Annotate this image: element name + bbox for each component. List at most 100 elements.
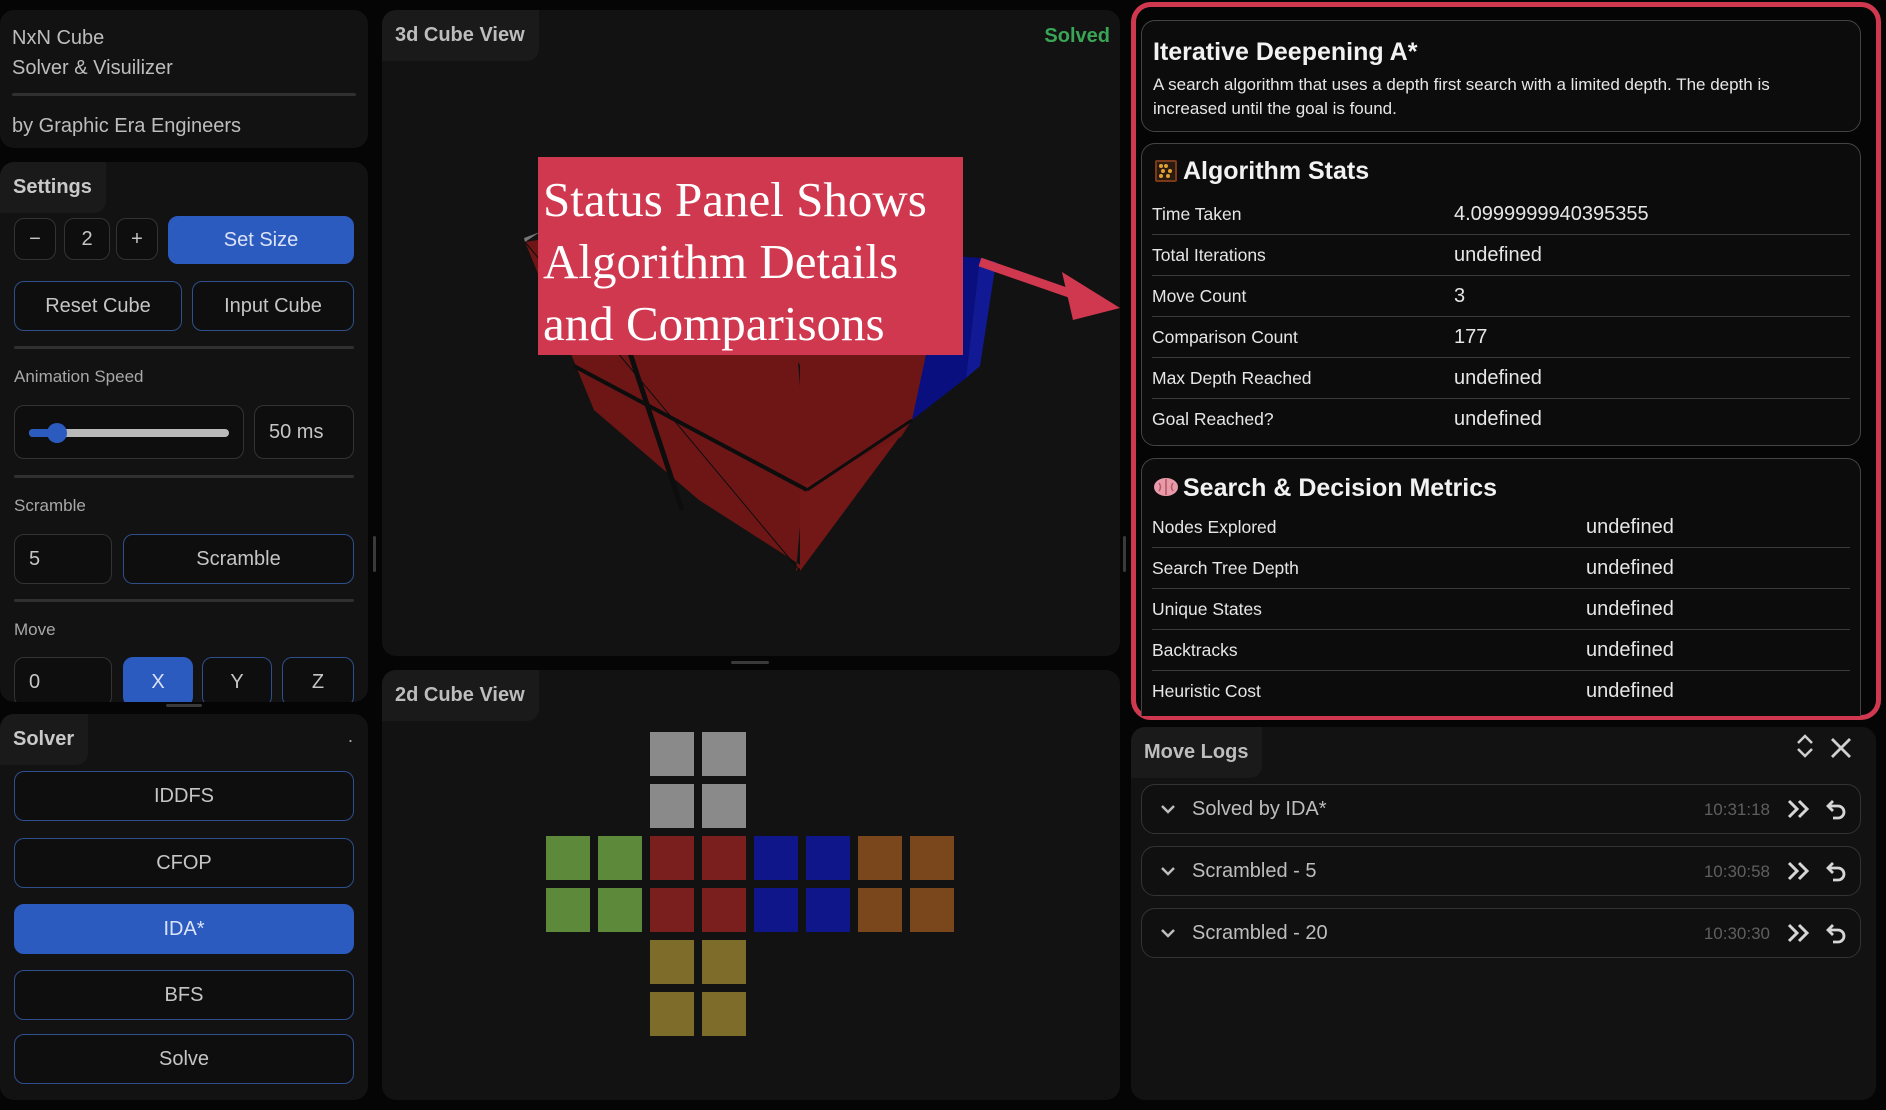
solver-panel: Solver . IDDFS CFOP IDA* BFS Solve [0, 714, 368, 1100]
reset-cube-button[interactable]: Reset Cube [14, 281, 182, 331]
animation-speed-value: 50 ms [254, 405, 354, 459]
metric-value: undefined [1586, 639, 1674, 661]
metric-value: undefined [1586, 557, 1674, 579]
stat-label: Total Iterations [1152, 245, 1266, 265]
set-size-button[interactable]: Set Size [168, 216, 354, 264]
metric-row: Unique States undefined [1152, 589, 1850, 630]
cube-sticker [546, 888, 590, 932]
app-title-line1: NxN Cube [12, 27, 105, 49]
stat-value: 4.0999999940395355 [1454, 203, 1649, 225]
metric-row: Search Tree Depth undefined [1152, 548, 1850, 589]
metric-row: Nodes Explored undefined [1152, 507, 1850, 548]
undo-icon[interactable] [1824, 859, 1848, 888]
stat-row: Comparison Count 177 [1152, 317, 1850, 358]
stat-row: Move Count 3 [1152, 276, 1850, 317]
size-increment-button[interactable]: + [116, 218, 158, 260]
stat-label: Move Count [1152, 286, 1247, 306]
animation-speed-label: Animation Speed [14, 367, 144, 386]
metric-value: undefined [1586, 516, 1674, 538]
annotation-callout: Status Panel Shows Algorithm Details and… [538, 157, 963, 355]
move-logs-heading: Move Logs [1131, 727, 1263, 778]
scramble-count-input[interactable]: 5 [14, 534, 112, 584]
solver-iddfs-button[interactable]: IDDFS [14, 771, 354, 821]
move-log-time: 10:30:30 [1703, 924, 1770, 943]
cube-sticker [546, 836, 590, 880]
move-log-time: 10:31:18 [1703, 800, 1770, 819]
metric-value: undefined [1586, 680, 1674, 702]
replay-forward-icon[interactable] [1786, 798, 1812, 825]
divider [12, 93, 356, 96]
brand-panel: NxN Cube Solver & Visuilizer by Graphic … [0, 10, 368, 148]
chevron-down-icon[interactable] [1158, 923, 1178, 948]
move-value-input[interactable]: 0 [14, 657, 112, 702]
size-decrement-button[interactable]: − [14, 218, 56, 260]
chevron-down-icon[interactable] [1158, 799, 1178, 824]
move-log-title: Solved by IDA* [1192, 798, 1327, 820]
credit-text: by Graphic Era Engineers [12, 115, 242, 137]
cube-sticker [598, 836, 642, 880]
cube-net [382, 670, 1120, 1100]
stat-value: undefined [1454, 367, 1542, 389]
cube-sticker [650, 836, 694, 880]
cube-sticker [754, 836, 798, 880]
settings-panel: Settings − 2 + Set Size Reset Cube Input… [0, 162, 368, 702]
animation-speed-track[interactable] [29, 423, 229, 443]
algorithm-info-card: Iterative Deepening A* A search algorith… [1141, 20, 1861, 132]
algorithm-stats-card: Algorithm Stats Time Taken 4.099999994039… [1141, 143, 1861, 446]
solver-menu-dot[interactable]: . [348, 726, 353, 747]
solver-ida-button[interactable]: IDA* [14, 904, 354, 954]
abacus-icon [1155, 160, 1177, 182]
close-icon[interactable] [1829, 736, 1853, 760]
input-cube-button[interactable]: Input Cube [192, 281, 354, 331]
resize-handle[interactable] [731, 661, 769, 664]
metric-row: Heuristic Cost undefined [1152, 671, 1850, 712]
cube-sticker [702, 940, 746, 984]
resize-handle[interactable] [166, 704, 202, 707]
stat-value: 177 [1454, 326, 1488, 348]
cube-sticker [702, 784, 746, 828]
move-log-title: Scrambled - 5 [1192, 860, 1317, 882]
solver-bfs-button[interactable]: BFS [14, 970, 354, 1020]
metric-label: Backtracks [1152, 640, 1238, 660]
expand-collapse-icon[interactable] [1794, 731, 1816, 761]
metric-label: Heuristic Cost [1152, 681, 1261, 701]
settings-heading: Settings [0, 162, 106, 213]
undo-icon[interactable] [1824, 921, 1848, 950]
cube-sticker [702, 888, 746, 932]
cube-sticker [650, 784, 694, 828]
stat-value: undefined [1454, 244, 1542, 266]
brain-icon [1154, 478, 1178, 496]
cube-sticker [910, 836, 954, 880]
search-metrics-heading: Search & Decision Metrics [1183, 474, 1498, 502]
undo-icon[interactable] [1824, 797, 1848, 826]
algorithm-stats-heading: Algorithm Stats [1183, 157, 1370, 185]
cube-sticker [650, 732, 694, 776]
axis-y-button[interactable]: Y [202, 657, 272, 702]
metric-label: Unique States [1152, 599, 1262, 619]
cube-sticker [702, 732, 746, 776]
solve-button[interactable]: Solve [14, 1034, 354, 1084]
axis-z-button[interactable]: Z [282, 657, 354, 702]
move-log-entry[interactable]: Scrambled - 5 10:30:58 [1141, 846, 1861, 896]
resize-handle[interactable] [373, 536, 376, 572]
scramble-button[interactable]: Scramble [123, 534, 354, 584]
resize-handle[interactable] [1123, 536, 1126, 572]
cube-sticker [650, 992, 694, 1036]
solver-cfop-button[interactable]: CFOP [14, 838, 354, 888]
replay-forward-icon[interactable] [1786, 860, 1812, 887]
cube-sticker [806, 836, 850, 880]
stat-row: Goal Reached? undefined [1152, 399, 1850, 440]
axis-x-button[interactable]: X [123, 657, 193, 702]
animation-speed-thumb[interactable] [47, 423, 67, 443]
size-value-field[interactable]: 2 [64, 218, 110, 260]
move-log-entry[interactable]: Solved by IDA* 10:31:18 [1141, 784, 1861, 834]
algorithm-name: Iterative Deepening A* [1153, 38, 1418, 66]
chevron-down-icon[interactable] [1158, 861, 1178, 886]
replay-forward-icon[interactable] [1786, 922, 1812, 949]
cube-sticker [858, 836, 902, 880]
divider [14, 475, 354, 478]
stat-label: Goal Reached? [1152, 409, 1274, 429]
annotation-line1: Status Panel Shows [543, 172, 927, 227]
move-log-entry[interactable]: Scrambled - 20 10:30:30 [1141, 908, 1861, 958]
app-title-line2: Solver & Visuilizer [12, 57, 173, 79]
